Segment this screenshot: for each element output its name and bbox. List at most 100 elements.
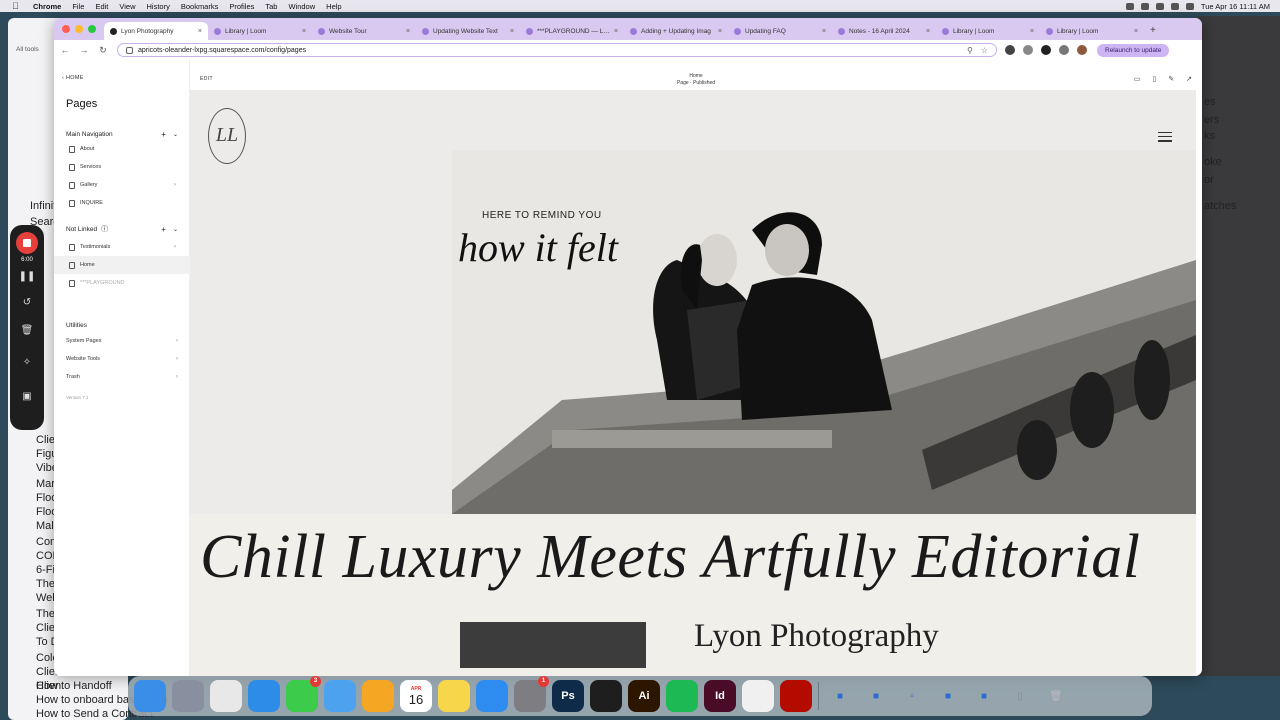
profile-avatar[interactable] bbox=[1077, 45, 1087, 55]
page-list-item[interactable]: About bbox=[54, 140, 190, 158]
restart-icon[interactable]: ↺ bbox=[10, 297, 44, 308]
browser-tab[interactable]: Updating Website Text × bbox=[416, 22, 520, 40]
site-info-icon[interactable] bbox=[126, 46, 133, 54]
utility-item[interactable]: System Pages › bbox=[66, 338, 178, 344]
new-tab-button[interactable]: + bbox=[1150, 25, 1156, 36]
effects-icon[interactable]: ✧ bbox=[10, 357, 44, 368]
calendar-icon[interactable]: ▫ bbox=[897, 684, 927, 708]
spotify-icon[interactable] bbox=[666, 680, 698, 712]
camera-icon[interactable]: ▣ bbox=[10, 391, 44, 402]
open-external-icon[interactable]: ↗ bbox=[1186, 75, 1192, 83]
browser-tab[interactable]: Lyon Photography × bbox=[104, 22, 208, 40]
folder-icon[interactable]: ■ bbox=[861, 684, 891, 708]
menu-profiles[interactable]: Profiles bbox=[229, 2, 254, 11]
minimize-window-button[interactable] bbox=[75, 25, 83, 33]
chrome-icon[interactable] bbox=[210, 680, 242, 712]
close-tab-icon[interactable]: × bbox=[926, 28, 930, 35]
add-page-icon[interactable]: + bbox=[161, 130, 166, 139]
chevron-down-icon[interactable]: ⌄ bbox=[173, 226, 178, 233]
forward-arrow-icon[interactable]: → bbox=[76, 45, 92, 55]
close-tab-icon[interactable]: × bbox=[822, 28, 826, 35]
reload-icon[interactable]: ↻ bbox=[95, 45, 111, 56]
menu-view[interactable]: View bbox=[119, 2, 135, 11]
textedit-icon[interactable] bbox=[742, 680, 774, 712]
battery-icon[interactable] bbox=[1185, 2, 1194, 10]
browser-tab[interactable]: Website Tour × bbox=[312, 22, 416, 40]
pause-icon[interactable]: ❚❚ bbox=[10, 271, 44, 282]
acrobat-icon[interactable] bbox=[780, 680, 812, 712]
mail-icon[interactable] bbox=[324, 680, 356, 712]
menu-edit[interactable]: Edit bbox=[95, 2, 108, 11]
add-page-icon[interactable]: + bbox=[161, 225, 166, 234]
status-icon[interactable] bbox=[1125, 2, 1134, 10]
page-list-item[interactable]: ***PLAYGROUND bbox=[54, 274, 190, 292]
back-home-link[interactable]: ‹ HOME bbox=[62, 75, 84, 81]
close-tab-icon[interactable]: × bbox=[718, 28, 722, 35]
status-icon[interactable] bbox=[1140, 2, 1149, 10]
page-list-item[interactable]: Services bbox=[54, 158, 190, 176]
chevron-down-icon[interactable]: ⌄ bbox=[173, 131, 178, 138]
info-icon[interactable]: ⓘ bbox=[101, 224, 108, 234]
address-bar[interactable]: apricots-oleander-lxpg.squarespace.com/c… bbox=[117, 43, 997, 57]
photos-icon[interactable] bbox=[362, 680, 394, 712]
document-icon[interactable]: ▯ bbox=[1005, 684, 1035, 708]
chevron-right-icon[interactable]: › bbox=[174, 182, 176, 188]
launchpad-icon[interactable] bbox=[172, 680, 204, 712]
trash-icon[interactable]: 🗑 bbox=[10, 325, 44, 336]
main-navigation-section[interactable]: Main Navigation + ⌄ bbox=[66, 130, 178, 139]
menu-file[interactable]: File bbox=[72, 2, 84, 11]
folder-icon[interactable]: ■ bbox=[969, 684, 999, 708]
browser-tab[interactable]: Updating FAQ × bbox=[728, 22, 832, 40]
zoom-icon[interactable]: ⚲ bbox=[967, 46, 973, 55]
apple-icon[interactable]:  bbox=[12, 0, 22, 12]
menu-window[interactable]: Window bbox=[288, 2, 315, 11]
safari-icon[interactable] bbox=[248, 680, 280, 712]
chevron-right-icon[interactable]: › bbox=[176, 356, 178, 362]
calendar-icon[interactable]: APR 16 bbox=[400, 680, 432, 712]
photoshop-icon[interactable]: Ps bbox=[552, 680, 584, 712]
browser-tab[interactable]: Adding + Updating Imag × bbox=[624, 22, 728, 40]
finder-icon[interactable] bbox=[134, 680, 166, 712]
menu-tab[interactable]: Tab bbox=[265, 2, 277, 11]
extension-icon[interactable] bbox=[1023, 45, 1033, 55]
close-tab-icon[interactable]: × bbox=[614, 28, 618, 35]
figma-icon[interactable] bbox=[590, 680, 622, 712]
bookmark-star-icon[interactable]: ☆ bbox=[981, 46, 988, 55]
chevron-right-icon[interactable]: › bbox=[176, 338, 178, 344]
chevron-right-icon[interactable]: › bbox=[174, 244, 176, 250]
extensions-puzzle-icon[interactable] bbox=[1059, 45, 1069, 55]
url-text[interactable]: apricots-oleander-lxpg.squarespace.com/c… bbox=[138, 47, 306, 54]
back-arrow-icon[interactable]: ← bbox=[57, 45, 73, 55]
extension-icon[interactable] bbox=[1041, 45, 1051, 55]
utility-item[interactable]: Trash › bbox=[66, 374, 178, 380]
clock[interactable]: Tue Apr 16 11:11 AM bbox=[1201, 2, 1270, 11]
close-tab-icon[interactable]: × bbox=[1134, 28, 1138, 35]
close-tab-icon[interactable]: × bbox=[302, 28, 306, 35]
close-tab-icon[interactable]: × bbox=[198, 28, 202, 35]
page-list-item[interactable]: Gallery › bbox=[54, 176, 190, 194]
page-list-item[interactable]: Testimonials › bbox=[54, 238, 190, 256]
folder-icon[interactable]: ■ bbox=[825, 684, 855, 708]
mobile-view-icon[interactable]: ▯ bbox=[1152, 75, 1156, 83]
close-tab-icon[interactable]: × bbox=[406, 28, 410, 35]
folder-icon[interactable]: ■ bbox=[933, 684, 963, 708]
menu-help[interactable]: Help bbox=[326, 2, 341, 11]
desktop-view-icon[interactable]: ▭ bbox=[1134, 75, 1141, 83]
menu-history[interactable]: History bbox=[147, 2, 170, 11]
site-logo[interactable]: LL bbox=[208, 108, 246, 164]
relaunch-button[interactable]: Relaunch to update bbox=[1097, 43, 1170, 57]
indesign-icon[interactable]: Id bbox=[704, 680, 736, 712]
wifi-icon[interactable] bbox=[1170, 2, 1179, 10]
browser-tab[interactable]: Library | Loom × bbox=[1040, 22, 1144, 40]
trash-icon[interactable]: 🗑 bbox=[1041, 684, 1071, 708]
style-brush-icon[interactable]: ✎ bbox=[1168, 75, 1174, 83]
stop-recording-button[interactable] bbox=[16, 232, 38, 254]
menu-app[interactable]: Chrome bbox=[33, 2, 61, 11]
not-linked-section[interactable]: Not Linked ⓘ + ⌄ bbox=[66, 224, 178, 234]
page-list-item[interactable]: INQUIRE bbox=[54, 194, 190, 212]
app-store-icon[interactable] bbox=[476, 680, 508, 712]
utility-item[interactable]: Website Tools › bbox=[66, 356, 178, 362]
browser-tab[interactable]: Library | Loom × bbox=[936, 22, 1040, 40]
close-tab-icon[interactable]: × bbox=[1030, 28, 1034, 35]
browser-tab[interactable]: Notes - 16 April 2024 × bbox=[832, 22, 936, 40]
